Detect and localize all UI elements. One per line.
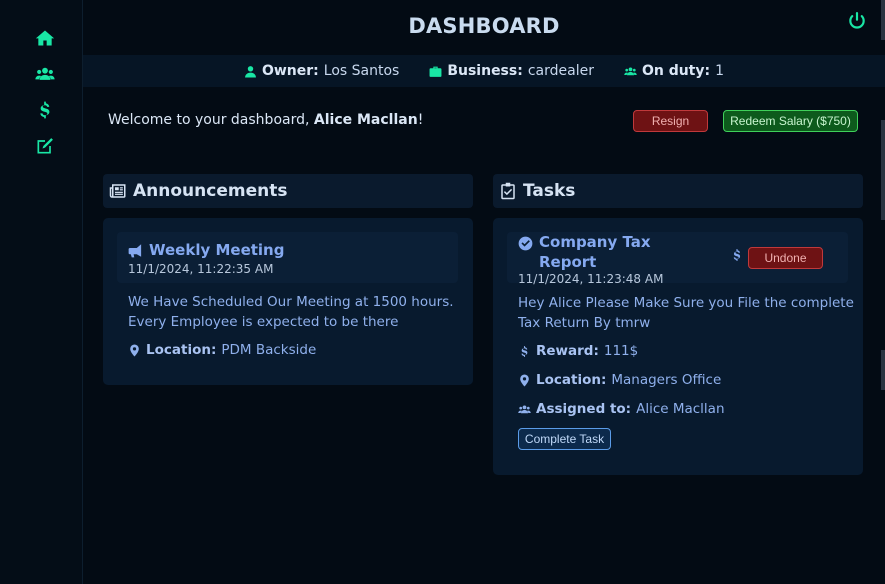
tasks-title: Tasks <box>523 181 576 201</box>
tasks-panel: Company Tax Report 11/1/2024, 11:23:48 A… <box>493 218 863 475</box>
owner-label: Owner: <box>261 63 319 79</box>
business-info: Business: cardealer <box>429 63 594 79</box>
user-icon <box>245 65 256 77</box>
redeem-salary-button[interactable]: Redeem Salary ($750) <box>723 110 858 132</box>
newspaper-icon <box>109 184 126 198</box>
location-label: Location: <box>146 342 217 358</box>
scrollbar-track[interactable] <box>881 350 885 390</box>
task-location: Location: Managers Office <box>518 372 721 388</box>
dollar-icon[interactable] <box>34 99 56 121</box>
announcement-body-line: Every Employee is expected to be there <box>128 314 399 330</box>
scrollbar-track[interactable] <box>881 0 885 40</box>
resign-button[interactable]: Resign <box>633 110 708 132</box>
sidebar <box>0 0 83 584</box>
location-value: Managers Office <box>611 372 722 388</box>
welcome-name: Alice Macllan <box>313 112 418 128</box>
location-pin-icon <box>520 374 529 386</box>
task-assigned: Assigned to: Alice Macllan <box>518 401 725 417</box>
location-label: Location: <box>536 372 607 388</box>
duty-info: On duty: 1 <box>624 63 724 79</box>
assigned-label: Assigned to: <box>536 401 632 417</box>
owner-value: Los Santos <box>323 63 400 79</box>
task-timestamp: 11/1/2024, 11:23:48 AM <box>518 272 664 286</box>
dollar-icon <box>730 247 742 263</box>
users-icon[interactable] <box>34 63 56 85</box>
announcement-body-line: We Have Scheduled Our Meeting at 1500 ho… <box>128 294 454 310</box>
task-body-line: Tax Return By tmrw <box>518 315 651 331</box>
task-title: Company Tax Report <box>518 232 651 272</box>
task-reward: Reward: 111$ <box>518 343 638 359</box>
business-value: cardealer <box>527 63 594 79</box>
business-label: Business: <box>447 63 523 79</box>
reward-value: 111$ <box>603 343 639 359</box>
users-icon <box>518 404 531 413</box>
page-title: DASHBOARD <box>408 14 560 38</box>
megaphone-icon <box>128 244 142 258</box>
users-icon <box>624 66 637 75</box>
announcement-body: We Have Scheduled Our Meeting at 1500 ho… <box>128 292 454 332</box>
home-icon[interactable] <box>34 27 56 49</box>
welcome-suffix: ! <box>417 112 424 128</box>
duty-value: 1 <box>715 63 725 79</box>
announcements-panel: Weekly Meeting 11/1/2024, 11:22:35 AM We… <box>103 218 473 385</box>
complete-task-button[interactable]: Complete Task <box>518 428 611 450</box>
welcome-message: Welcome to your dashboard, Alice Macllan… <box>108 112 423 128</box>
info-bar: Owner: Los Santos Business: cardealer On… <box>83 55 885 87</box>
undone-button[interactable]: Undone <box>748 247 823 269</box>
duty-label: On duty: <box>641 63 711 79</box>
owner-info: Owner: Los Santos <box>244 63 399 79</box>
reward-label: Reward: <box>536 343 599 359</box>
announcements-header: Announcements <box>103 174 473 208</box>
announcement-title: Weekly Meeting <box>128 241 284 259</box>
announcement-location: Location: PDM Backside <box>128 342 316 358</box>
scrollbar-track[interactable] <box>881 120 885 220</box>
dollar-icon <box>521 345 528 357</box>
announcement-title-text: Weekly Meeting <box>149 241 285 259</box>
task-title-line: Report <box>539 253 597 271</box>
welcome-prefix: Welcome to your dashboard, <box>108 112 314 128</box>
announcement-timestamp: 11/1/2024, 11:22:35 AM <box>128 262 274 276</box>
edit-icon[interactable] <box>34 135 56 157</box>
assigned-value: Alice Macllan <box>636 401 725 417</box>
check-circle-icon <box>518 236 533 251</box>
task-body: Hey Alice Please Make Sure you File the … <box>518 293 854 333</box>
briefcase-icon <box>429 66 442 77</box>
location-pin-icon <box>130 344 139 356</box>
announcements-title: Announcements <box>133 181 288 201</box>
clipboard-check-icon <box>501 182 515 200</box>
task-title-line: Company Tax <box>539 233 651 251</box>
location-value: PDM Backside <box>221 342 317 358</box>
task-body-line: Hey Alice Please Make Sure you File the … <box>518 295 854 311</box>
tasks-header: Tasks <box>493 174 863 208</box>
